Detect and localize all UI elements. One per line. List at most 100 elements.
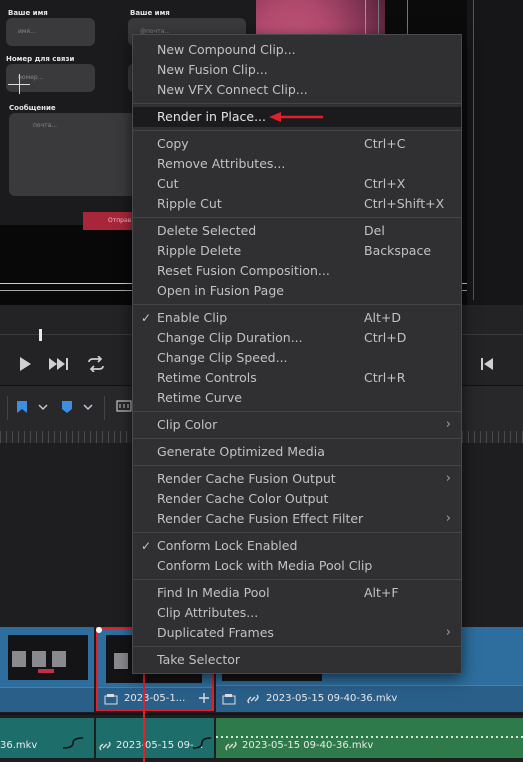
chevron-down-icon[interactable] (83, 404, 93, 411)
audio-clip-name: 36.mkv (0, 740, 38, 751)
audio-clip-name: 2023-05-15 09-40-36.mkv (242, 740, 374, 751)
menu-item-label: Render in Place... (157, 109, 266, 124)
menu-item-render-cache-color-output[interactable]: Render Cache Color Output (133, 489, 461, 509)
link-icon (225, 741, 237, 751)
menu-item-find-in-media-pool[interactable]: Find In Media Pool Alt+F (133, 583, 461, 603)
fade-curve-icon (62, 737, 84, 749)
fade-curve-icon (192, 737, 212, 749)
menu-separator (133, 130, 461, 131)
menu-item-new-vfx-connect-clip[interactable]: New VFX Connect Clip... (133, 80, 461, 100)
viewer-side-panel (467, 0, 523, 305)
menu-separator (133, 579, 461, 580)
menu-item-change-clip-duration[interactable]: Change Clip Duration... Ctrl+D (133, 328, 461, 348)
menu-item-ripple-delete[interactable]: Ripple Delete Backspace (133, 241, 461, 261)
chevron-right-icon: › (445, 625, 451, 640)
link-icon (247, 694, 259, 704)
menu-item-clip-color[interactable]: Clip Color › (133, 415, 461, 435)
menu-item-new-compound-clip[interactable]: New Compound Clip... (133, 40, 461, 60)
zoom-icon[interactable] (116, 400, 132, 412)
menu-shortcut: Ctrl+X (364, 176, 406, 191)
flag-icon[interactable] (16, 400, 28, 414)
menu-item-label: Change Clip Duration... (157, 330, 303, 345)
link-icon (99, 741, 111, 751)
menu-shortcut: Ctrl+Shift+X (364, 196, 445, 211)
film-icon (222, 694, 236, 705)
menu-item-label: Open in Fusion Page (157, 283, 284, 298)
playhead-handle[interactable] (39, 329, 42, 341)
menu-item-duplicated-frames[interactable]: Duplicated Frames › (133, 623, 461, 643)
menu-item-delete-selected[interactable]: Delete Selected Del (133, 221, 461, 241)
menu-item-ripple-cut[interactable]: Ripple Cut Ctrl+Shift+X (133, 194, 461, 214)
menu-item-label: New Fusion Clip... (157, 62, 268, 77)
menu-separator (133, 646, 461, 647)
clip-thumbnail (8, 635, 88, 680)
chevron-right-icon: › (445, 511, 451, 526)
menu-separator (133, 217, 461, 218)
thumb-figure (52, 651, 66, 667)
menu-item-label: Retime Curve (157, 390, 242, 405)
menu-item-clip-attributes[interactable]: Clip Attributes... (133, 603, 461, 623)
menu-item-new-fusion-clip[interactable]: New Fusion Clip... (133, 60, 461, 80)
menu-item-label: Render Cache Color Output (157, 491, 329, 506)
fast-forward-icon[interactable] (48, 357, 70, 371)
menu-item-cut[interactable]: Cut Ctrl+X (133, 174, 461, 194)
menu-item-label: Render Cache Fusion Output (157, 471, 336, 486)
menu-separator (133, 532, 461, 533)
clip-label-bar (0, 687, 94, 712)
menu-item-copy[interactable]: Copy Ctrl+C (133, 134, 461, 154)
video-clip-thumbnail[interactable] (0, 627, 94, 687)
menu-item-label: New Compound Clip... (157, 42, 296, 57)
email-label: Ваше имя (130, 9, 170, 17)
audio-clip[interactable]: 2023-05-15 09-... (96, 718, 214, 758)
menu-shortcut: Ctrl+R (364, 370, 406, 385)
toolbar-divider (7, 396, 8, 420)
menu-item-label: Generate Optimized Media (157, 444, 325, 459)
menu-item-retime-controls[interactable]: Retime Controls Ctrl+R (133, 368, 461, 388)
menu-item-enable-clip[interactable]: ✓ Enable Clip Alt+D (133, 308, 461, 328)
menu-item-label: Cut (157, 176, 179, 191)
play-icon[interactable] (18, 356, 32, 372)
name-field: имя... (6, 18, 95, 46)
menu-item-open-in-fusion-page[interactable]: Open in Fusion Page (133, 281, 461, 301)
checkmark-icon: ✓ (141, 539, 152, 553)
loop-icon[interactable] (85, 356, 107, 372)
chevron-down-icon[interactable] (38, 404, 48, 411)
message-label: Сообщение (9, 104, 56, 112)
crosshair-v (19, 74, 20, 94)
name-label: Ваше имя (8, 9, 48, 17)
menu-item-take-selector[interactable]: Take Selector (133, 650, 461, 670)
menu-item-render-in-place[interactable]: Render in Place... (133, 107, 461, 127)
thumb-figure (114, 653, 128, 669)
audio-clip[interactable]: 36.mkv (0, 718, 94, 758)
menu-item-label: Conform Lock with Media Pool Clip (157, 558, 373, 573)
marker-icon[interactable] (61, 400, 73, 414)
menu-item-render-cache-fusion-output[interactable]: Render Cache Fusion Output › (133, 469, 461, 489)
menu-shortcut: Ctrl+D (364, 330, 407, 345)
menu-item-retime-curve[interactable]: Retime Curve (133, 388, 461, 408)
menu-shortcut: Alt+F (364, 585, 399, 600)
menu-item-render-cache-fusion-effect-filter[interactable]: Render Cache Fusion Effect Filter › (133, 509, 461, 529)
menu-item-reset-fusion-composition[interactable]: Reset Fusion Composition... (133, 261, 461, 281)
menu-item-change-clip-speed[interactable]: Change Clip Speed... (133, 348, 461, 368)
sparkle-icon (199, 693, 209, 703)
menu-item-label: Change Clip Speed... (157, 350, 288, 365)
menu-item-label: Render Cache Fusion Effect Filter (157, 511, 364, 526)
menu-item-label: Find In Media Pool (157, 585, 270, 600)
menu-item-label: Delete Selected (157, 223, 257, 238)
menu-item-remove-attributes[interactable]: Remove Attributes... (133, 154, 461, 174)
menu-item-label: Duplicated Frames (157, 625, 274, 640)
thumb-figure (32, 651, 46, 667)
thumb-button (38, 669, 54, 673)
menu-item-conform-lock-enabled[interactable]: ✓ Conform Lock Enabled (133, 536, 461, 556)
guide-line (473, 0, 474, 300)
menu-item-conform-lock-with-media-pool-clip[interactable]: Conform Lock with Media Pool Clip (133, 556, 461, 576)
audio-clip[interactable]: 2023-05-15 09-40-36.mkv (216, 718, 523, 758)
context-menu: New Compound Clip... New Fusion Clip... … (132, 34, 462, 674)
previous-edit-icon[interactable] (480, 357, 494, 371)
menu-item-generate-optimized-media[interactable]: Generate Optimized Media (133, 442, 461, 462)
menu-item-label: Enable Clip (157, 310, 228, 325)
track-divider (0, 713, 523, 715)
toolbar-divider (104, 396, 105, 420)
clip-handle[interactable] (96, 627, 102, 633)
menu-item-label: Conform Lock Enabled (157, 538, 298, 553)
